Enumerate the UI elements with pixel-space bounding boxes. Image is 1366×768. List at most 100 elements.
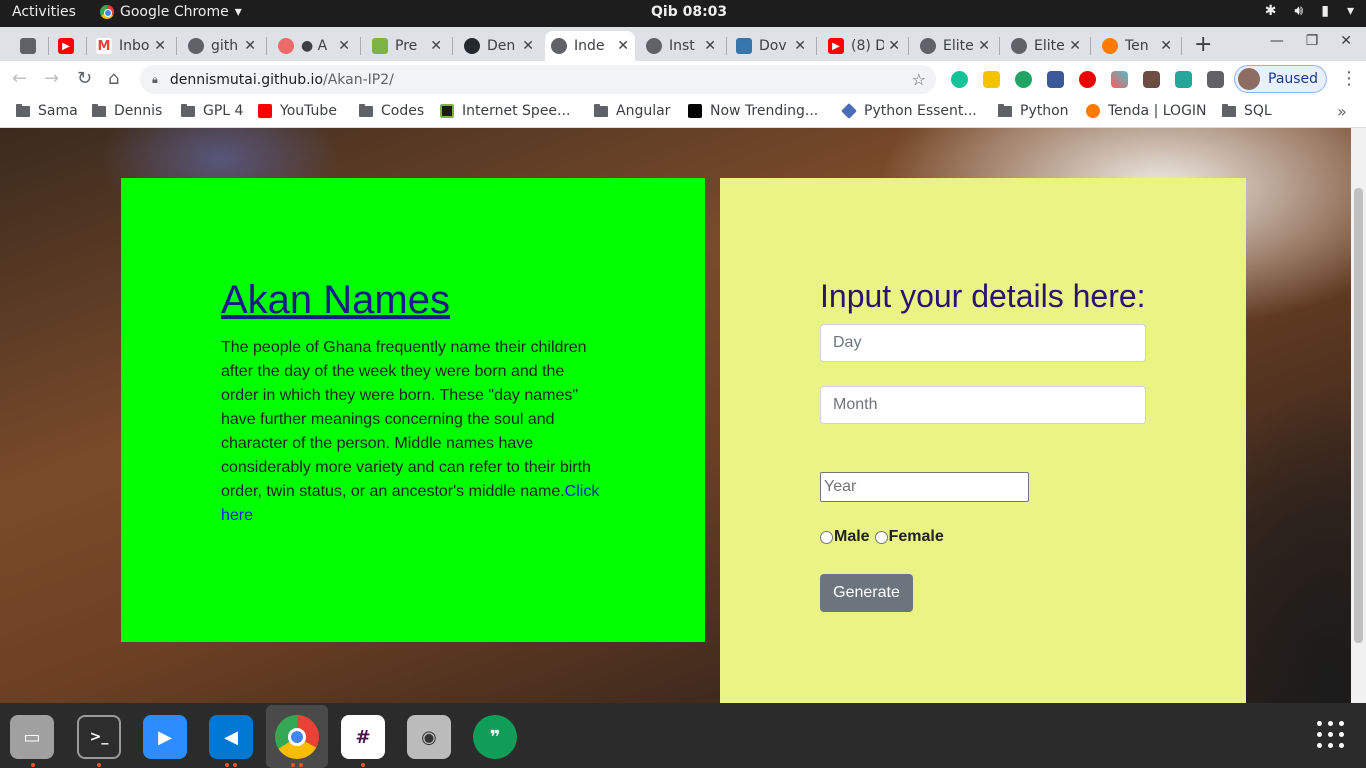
url-domain: dennismutai.github.io (169, 71, 324, 88)
grid-dot (1339, 721, 1344, 726)
show-applications-grid-icon[interactable] (1317, 721, 1344, 748)
slack-icon[interactable]: # (341, 715, 385, 759)
back-arrow-icon[interactable]: ← (12, 68, 27, 89)
hangouts-icon[interactable]: ❞ (473, 715, 517, 759)
home-icon[interactable]: ⌂ (108, 68, 119, 89)
app-menu[interactable]: Google Chrome ▾ (100, 4, 242, 20)
day-input[interactable] (820, 324, 1146, 362)
tab-title: Elite (943, 38, 974, 54)
grammarly-icon[interactable] (951, 71, 968, 88)
page-scrollbar[interactable] (1351, 128, 1366, 703)
chevron-down-icon[interactable]: ▾ (1347, 3, 1354, 19)
bookmark-star-icon[interactable]: ☆ (912, 70, 926, 89)
folder-icon (92, 103, 106, 117)
bookmark-gpl4[interactable]: GPL 4 (181, 103, 243, 119)
clock[interactable]: Qib 08:03 (651, 4, 727, 20)
tab-elite-2[interactable]: Elite ✕ (1005, 31, 1087, 61)
volume-icon[interactable]: 🔊︎ (1294, 3, 1303, 19)
tab-python[interactable]: Dov ✕ (730, 31, 812, 61)
tab-title: Pre (395, 38, 418, 54)
tab-youtube-pinned[interactable]: ▶ (52, 31, 86, 61)
year-input[interactable] (820, 472, 1029, 502)
bookmark-tenda[interactable]: Tenda | LOGIN (1086, 103, 1207, 119)
reload-icon[interactable]: ↻ (77, 68, 92, 89)
close-icon[interactable]: ✕ (154, 38, 166, 54)
tab-pre[interactable]: Pre ✕ (366, 31, 448, 61)
female-radio[interactable] (874, 530, 888, 544)
new-tab-plus-icon[interactable]: + (1194, 32, 1212, 57)
vscode-icon[interactable]: ◀ (209, 715, 253, 759)
chrome-icon[interactable] (275, 715, 319, 759)
bookmark-dennis[interactable]: Dennis (92, 103, 162, 119)
tab-tenda[interactable]: Ten ✕ (1096, 31, 1178, 61)
close-icon[interactable]: ✕ (1069, 38, 1081, 54)
close-icon[interactable]: ✕ (978, 38, 990, 54)
tab-index-active[interactable]: Inde ✕ (545, 31, 635, 61)
terminal-icon[interactable]: >_ (77, 715, 121, 759)
tab-pinned[interactable] (14, 31, 48, 61)
minimize-icon[interactable]: — (1270, 33, 1284, 49)
profile-button[interactable]: Paused (1234, 65, 1327, 93)
close-icon[interactable]: ✕ (794, 38, 806, 54)
extensions-puzzle-icon[interactable] (1207, 71, 1224, 88)
tab-inbox[interactable]: M Inbo ✕ (90, 31, 172, 61)
extension-yellow-icon[interactable] (983, 71, 1000, 88)
bookmark-python-essentials[interactable]: Python Essent... (841, 103, 977, 119)
bookmark-internet-speed[interactable]: Internet Spee... (440, 103, 570, 119)
extension-mail-icon[interactable] (1175, 71, 1192, 88)
close-icon[interactable]: ✕ (338, 38, 350, 54)
lock-icon[interactable]: 🔒︎ (152, 73, 158, 87)
grid-dot (1317, 732, 1322, 737)
camera-icon[interactable]: ◉ (407, 715, 451, 759)
bookmark-sql[interactable]: SQL (1222, 103, 1272, 119)
zoom-icon[interactable]: ▶ (143, 715, 187, 759)
tab-elite-1[interactable]: Elite ✕ (914, 31, 996, 61)
running-indicator (31, 763, 35, 767)
close-icon[interactable]: ✕ (522, 38, 534, 54)
bookmarks-bar: Sama Dennis GPL 4 YouTube Codes Internet… (0, 97, 1366, 128)
tab-youtube[interactable]: ▶ (8) D ✕ (822, 31, 906, 61)
extension-avatar-icon[interactable] (1143, 71, 1160, 88)
tab-asana[interactable]: ● A ✕ (272, 31, 356, 61)
forward-arrow-icon[interactable]: → (44, 68, 59, 89)
address-bar[interactable]: 🔒︎ dennismutai.github.io/Akan-IP2/ ☆ (140, 65, 936, 94)
grid-dot (1339, 732, 1344, 737)
page-title-link[interactable]: Akan Names (221, 278, 450, 323)
tab-separator (360, 37, 361, 55)
close-window-icon[interactable]: ✕ (1340, 33, 1352, 49)
tenda-icon (1102, 38, 1118, 54)
tab-inst[interactable]: Inst ✕ (640, 31, 722, 61)
close-icon[interactable]: ✕ (244, 38, 256, 54)
month-input[interactable] (820, 386, 1146, 424)
close-icon[interactable]: ✕ (888, 38, 900, 54)
system-tray[interactable]: ✱ 🔊︎ ▮ ▾ (1265, 3, 1354, 19)
tab-github[interactable]: gith ✕ (182, 31, 262, 61)
bookmark-codes[interactable]: Codes (359, 103, 424, 119)
bookmark-sama[interactable]: Sama (16, 103, 78, 119)
male-radio[interactable] (820, 530, 833, 544)
extension-camera-icon[interactable] (1047, 71, 1064, 88)
scrollbar-thumb[interactable] (1354, 188, 1363, 643)
slack-tray-icon[interactable]: ✱ (1265, 3, 1277, 19)
close-icon[interactable]: ✕ (430, 38, 442, 54)
activities-button[interactable]: Activities (12, 4, 76, 20)
close-icon[interactable]: ✕ (1160, 38, 1172, 54)
bookmark-youtube[interactable]: YouTube (258, 103, 337, 119)
generate-button[interactable]: Generate (820, 574, 913, 612)
chevron-double-right-icon[interactable]: » (1337, 102, 1347, 121)
adblock-icon[interactable] (1079, 71, 1096, 88)
battery-icon[interactable]: ▮ (1321, 3, 1329, 19)
tab-title: (8) D (851, 38, 885, 54)
extension-green-chat-icon[interactable] (1015, 71, 1032, 88)
bookmark-angular[interactable]: Angular (594, 103, 670, 119)
bookmark-now-trending[interactable]: Now Trending... (688, 103, 818, 119)
files-icon[interactable]: ▭ (10, 715, 54, 759)
tab-dennis-github[interactable]: Den ✕ (458, 31, 540, 61)
restore-icon[interactable]: ❐ (1306, 33, 1319, 49)
bookmark-python[interactable]: Python (998, 103, 1069, 119)
close-icon[interactable]: ✕ (704, 38, 716, 54)
extension-heart-icon[interactable] (1111, 71, 1128, 88)
kebab-menu-icon[interactable]: ⋮ (1340, 68, 1358, 89)
close-icon[interactable]: ✕ (617, 38, 629, 54)
avatar (1238, 68, 1260, 90)
